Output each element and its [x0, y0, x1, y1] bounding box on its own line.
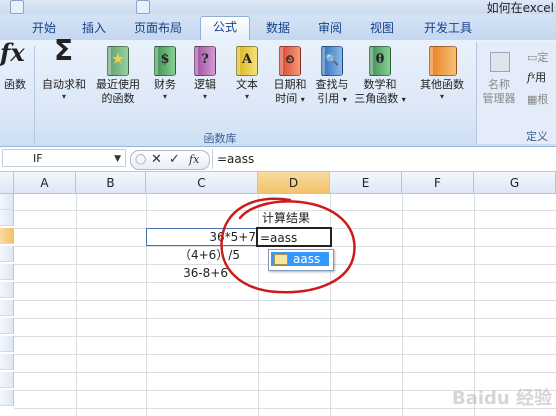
- logic-button[interactable]: ? 逻辑 ▾: [188, 46, 222, 102]
- chevron-down-icon: ▾: [61, 92, 66, 101]
- chevron-down-icon: ▾: [439, 92, 444, 101]
- name-manager-label-2: 管理器: [482, 92, 516, 105]
- tab-review[interactable]: 审阅: [308, 18, 352, 40]
- math-label-1: 数学和: [363, 78, 397, 91]
- create-from-selection-item[interactable]: ▦根: [527, 92, 548, 108]
- insert-function-fx-button[interactable]: fx: [189, 151, 199, 169]
- tab-insert[interactable]: 插入: [72, 18, 116, 40]
- chevron-down-icon[interactable]: ▼: [114, 150, 121, 168]
- expand-icon: ◯: [135, 154, 147, 165]
- name-manager-button[interactable]: 名称 管理器: [479, 46, 519, 106]
- name-manager-icon: [486, 46, 512, 76]
- text-label: 文本: [236, 78, 258, 91]
- enter-button[interactable]: ✓: [169, 151, 180, 169]
- ribbon-tabs: 开始 插入 页面布局 公式 数据 审阅 视图 开发工具: [0, 14, 556, 41]
- autosum-label: 自动求和: [42, 78, 86, 91]
- insert-function-button[interactable]: fx 函数: [0, 38, 30, 92]
- function-library-group-label: 函数库: [203, 132, 237, 145]
- logic-book-icon: ?: [194, 46, 216, 76]
- other-functions-label: 其他函数: [420, 78, 464, 91]
- math-button[interactable]: θ 数学和 三角函数 ▾: [354, 46, 406, 107]
- name-box[interactable]: IF ▼: [2, 149, 126, 167]
- chevron-down-icon: ▾: [244, 92, 249, 101]
- finance-book-icon: $: [154, 46, 176, 76]
- recent-label-1: 最近使用: [96, 78, 140, 91]
- tab-view[interactable]: 视图: [360, 18, 404, 40]
- chevron-down-icon: ▾: [202, 92, 207, 101]
- lookup-label-2: 引用 ▾: [317, 92, 347, 105]
- text-book-icon: A: [236, 46, 258, 76]
- watermark: Baidu 经验: [451, 388, 552, 409]
- separator: [34, 46, 35, 144]
- datetime-label-2: 时间 ▾: [275, 92, 305, 105]
- tab-page-layout[interactable]: 页面布局: [122, 18, 194, 40]
- chevron-down-icon: ▾: [162, 92, 167, 101]
- other-functions-button[interactable]: 其他函数 ▾: [414, 46, 470, 102]
- recent-book-icon: ★: [107, 46, 129, 76]
- defined-names-group-label: 定义: [526, 130, 548, 143]
- cancel-button[interactable]: ✕: [151, 151, 162, 169]
- datetime-button[interactable]: ⏲ 日期和 时间 ▾: [270, 46, 310, 107]
- title-bar: 如何在excel: [0, 0, 556, 15]
- lookup-label-1: 查找与: [315, 78, 349, 91]
- name-manager-label-1: 名称: [488, 78, 510, 91]
- other-book-icon: [429, 46, 457, 76]
- text-button[interactable]: A 文本 ▾: [230, 46, 264, 102]
- define-name-item[interactable]: ▭定: [527, 50, 548, 66]
- red-annotation-circle: [220, 197, 356, 294]
- recent-functions-button[interactable]: ★ 最近使用 的函数: [92, 46, 144, 106]
- lookup-book-icon: 🔍: [321, 46, 343, 76]
- lookup-button[interactable]: 🔍 查找与 引用 ▾: [312, 46, 352, 107]
- formula-bar: IF ▼ ◯ ✕ ✓ fx =aass: [0, 147, 556, 172]
- fx-icon: fx: [0, 38, 25, 67]
- insert-function-label: 函数: [4, 78, 26, 91]
- ribbon: fx 函数 Σ 自动求和 ▾ ★ 最近使用 的函数 $ 财务 ▾ ? 逻辑 ▾ …: [0, 34, 556, 147]
- finance-label: 财务: [154, 78, 176, 91]
- sigma-icon: Σ: [54, 34, 74, 67]
- tab-developer[interactable]: 开发工具: [414, 18, 482, 40]
- quick-access-icon[interactable]: [136, 0, 150, 14]
- recent-label-2: 的函数: [101, 92, 135, 105]
- autosum-button[interactable]: Σ 自动求和 ▾: [38, 34, 90, 102]
- formula-input[interactable]: =aass: [212, 149, 556, 169]
- math-book-icon: θ: [369, 46, 391, 76]
- tab-formulas[interactable]: 公式: [200, 16, 250, 41]
- math-label-2: 三角函数 ▾: [354, 92, 406, 105]
- datetime-book-icon: ⏲: [279, 46, 301, 76]
- datetime-label-1: 日期和: [273, 78, 307, 91]
- logic-label: 逻辑: [194, 78, 216, 91]
- use-in-formula-item[interactable]: fᵡ用: [527, 70, 546, 86]
- tab-data[interactable]: 数据: [256, 18, 300, 40]
- worksheet-grid[interactable]: A B C D E F G 计算结果 36*5+7 （4+6）/5 36-8+6…: [0, 172, 556, 416]
- formula-buttons: ◯ ✕ ✓ fx: [130, 150, 210, 170]
- defined-names-group: 名称 管理器 ▭定 fᵡ用 ▦根 定义: [476, 42, 556, 144]
- finance-button[interactable]: $ 财务 ▾: [148, 46, 182, 102]
- undo-icon[interactable]: [10, 0, 24, 14]
